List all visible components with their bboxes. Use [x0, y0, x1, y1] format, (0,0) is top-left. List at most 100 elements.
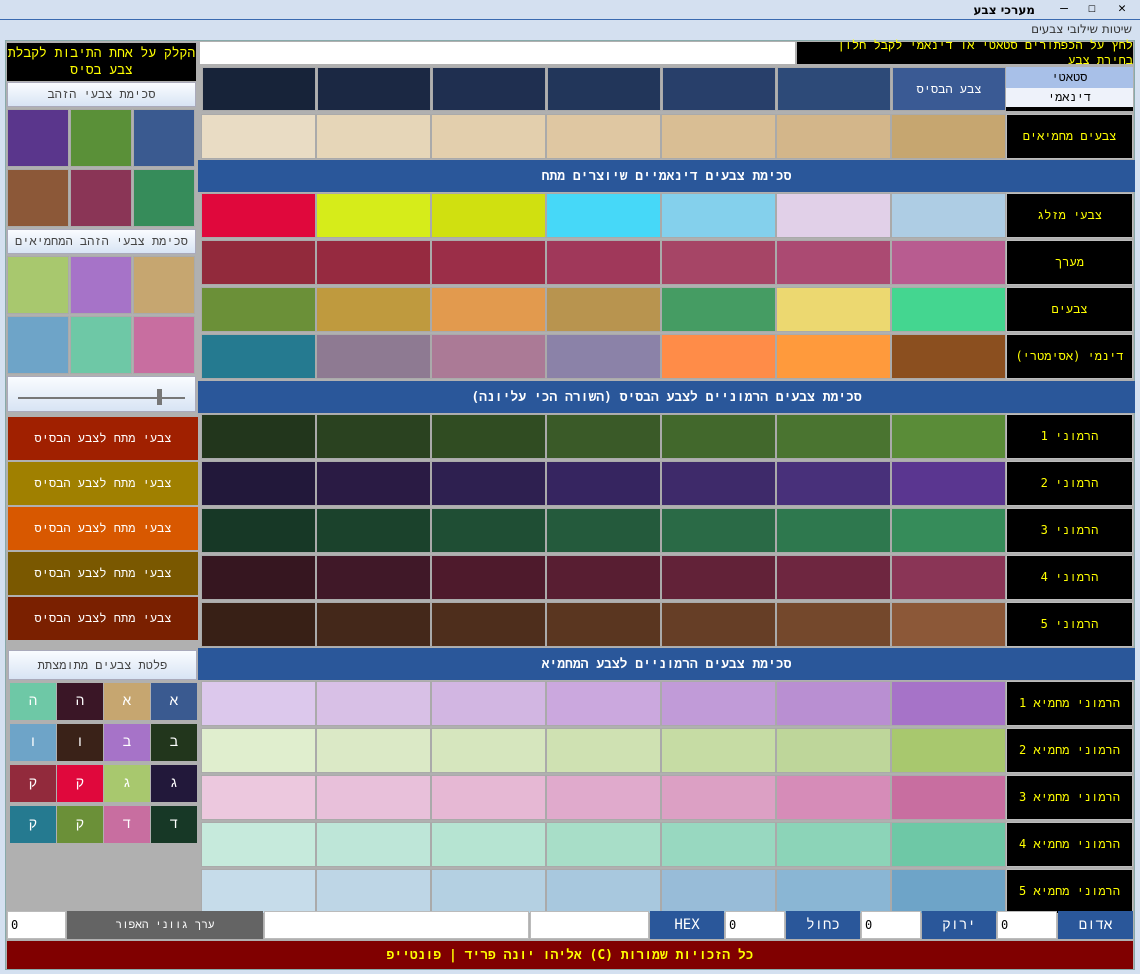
base-shade-swatch[interactable]: [317, 67, 431, 111]
color-swatch[interactable]: [316, 240, 431, 285]
color-swatch[interactable]: [546, 555, 661, 600]
color-swatch[interactable]: [201, 334, 316, 379]
color-swatch[interactable]: [201, 555, 316, 600]
color-swatch[interactable]: [661, 869, 776, 914]
color-swatch[interactable]: [891, 775, 1006, 820]
color-swatch[interactable]: [431, 240, 546, 285]
menu-color-methods[interactable]: שיטות שילובי צבעים: [1031, 22, 1132, 36]
color-swatch[interactable]: [661, 414, 776, 459]
color-swatch[interactable]: [776, 602, 891, 647]
color-swatch[interactable]: [546, 775, 661, 820]
color-swatch[interactable]: [546, 240, 661, 285]
dynamic-mode-button[interactable]: דינאמי: [1006, 88, 1133, 107]
color-swatch[interactable]: [431, 193, 546, 238]
color-swatch[interactable]: [891, 869, 1006, 914]
palette-swatch[interactable]: ב: [151, 724, 197, 761]
base-shade-swatch[interactable]: [547, 67, 661, 111]
slider-thumb[interactable]: [157, 389, 163, 405]
golden-complementary-swatch[interactable]: [70, 316, 132, 374]
golden-complementary-swatch[interactable]: [7, 316, 69, 374]
color-swatch[interactable]: [776, 287, 891, 332]
color-swatch[interactable]: [201, 461, 316, 506]
color-swatch[interactable]: [546, 822, 661, 867]
color-swatch[interactable]: [891, 508, 1006, 553]
maximize-icon[interactable]: ☐: [1082, 1, 1102, 19]
color-swatch[interactable]: [431, 508, 546, 553]
color-swatch[interactable]: [661, 775, 776, 820]
color-swatch[interactable]: [776, 193, 891, 238]
color-swatch[interactable]: [661, 334, 776, 379]
color-swatch[interactable]: [316, 728, 431, 773]
color-swatch[interactable]: [431, 414, 546, 459]
golden-scheme-button[interactable]: סכימת צבעי הזהב: [7, 82, 196, 107]
color-swatch[interactable]: [316, 114, 431, 159]
color-swatch[interactable]: [546, 461, 661, 506]
color-swatch[interactable]: [431, 602, 546, 647]
golden-complementary-swatch[interactable]: [7, 256, 69, 314]
golden-complementary-swatch[interactable]: [70, 256, 132, 314]
color-swatch[interactable]: [316, 555, 431, 600]
color-swatch[interactable]: [316, 287, 431, 332]
color-swatch[interactable]: [201, 775, 316, 820]
color-swatch[interactable]: [776, 728, 891, 773]
palette-swatch[interactable]: ד: [151, 806, 197, 843]
color-swatch[interactable]: [891, 461, 1006, 506]
color-swatch[interactable]: [316, 681, 431, 726]
compact-palette-button[interactable]: פלטת צבעים מתומצתת: [8, 650, 197, 680]
color-swatch[interactable]: [431, 728, 546, 773]
color-swatch[interactable]: [661, 555, 776, 600]
color-swatch[interactable]: [316, 869, 431, 914]
color-swatch[interactable]: [201, 508, 316, 553]
color-swatch[interactable]: [776, 114, 891, 159]
golden-swatch[interactable]: [70, 109, 132, 167]
color-swatch[interactable]: [201, 114, 316, 159]
color-swatch[interactable]: [201, 240, 316, 285]
color-swatch[interactable]: [546, 287, 661, 332]
tension-colors-button[interactable]: צבעי מתח לצבע הבסיס: [8, 417, 198, 460]
color-swatch[interactable]: [316, 602, 431, 647]
color-swatch[interactable]: [431, 555, 546, 600]
palette-swatch[interactable]: ה: [10, 683, 56, 720]
golden-swatch[interactable]: [133, 169, 195, 227]
color-swatch[interactable]: [891, 822, 1006, 867]
base-shade-swatch[interactable]: [432, 67, 546, 111]
palette-swatch[interactable]: א: [104, 683, 150, 720]
tension-colors-button[interactable]: צבעי מתח לצבע הבסיס: [8, 507, 198, 550]
color-swatch[interactable]: [431, 287, 546, 332]
color-swatch[interactable]: [431, 681, 546, 726]
color-swatch[interactable]: [316, 193, 431, 238]
color-swatch[interactable]: [201, 681, 316, 726]
color-swatch[interactable]: [201, 193, 316, 238]
red-button[interactable]: אדום: [1058, 911, 1133, 939]
color-swatch[interactable]: [316, 775, 431, 820]
golden-swatch[interactable]: [7, 109, 69, 167]
color-swatch[interactable]: [201, 822, 316, 867]
color-swatch[interactable]: [546, 869, 661, 914]
palette-swatch[interactable]: ד: [104, 806, 150, 843]
minimize-icon[interactable]: –: [1054, 1, 1074, 19]
palette-swatch[interactable]: ו: [10, 724, 56, 761]
color-swatch[interactable]: [316, 508, 431, 553]
color-swatch[interactable]: [546, 681, 661, 726]
golden-complementary-swatch[interactable]: [133, 316, 195, 374]
color-swatch[interactable]: [891, 555, 1006, 600]
palette-swatch[interactable]: א: [151, 683, 197, 720]
color-swatch[interactable]: [316, 822, 431, 867]
tension-colors-button[interactable]: צבעי מתח לצבע הבסיס: [8, 597, 198, 640]
static-mode-button[interactable]: סטאטי: [1006, 67, 1133, 88]
color-swatch[interactable]: [431, 869, 546, 914]
color-swatch[interactable]: [776, 775, 891, 820]
color-swatch[interactable]: [201, 869, 316, 914]
color-swatch[interactable]: [776, 822, 891, 867]
palette-swatch[interactable]: ו: [57, 724, 103, 761]
color-swatch[interactable]: [891, 334, 1006, 379]
color-swatch[interactable]: [891, 114, 1006, 159]
color-swatch[interactable]: [661, 287, 776, 332]
color-swatch[interactable]: [891, 240, 1006, 285]
color-swatch[interactable]: [776, 869, 891, 914]
grayscale-button[interactable]: ערך גווני האפור: [67, 911, 263, 939]
color-swatch[interactable]: [431, 334, 546, 379]
color-swatch[interactable]: [661, 508, 776, 553]
palette-swatch[interactable]: ג: [151, 765, 197, 802]
tension-colors-button[interactable]: צבעי מתח לצבע הבסיס: [8, 462, 198, 505]
